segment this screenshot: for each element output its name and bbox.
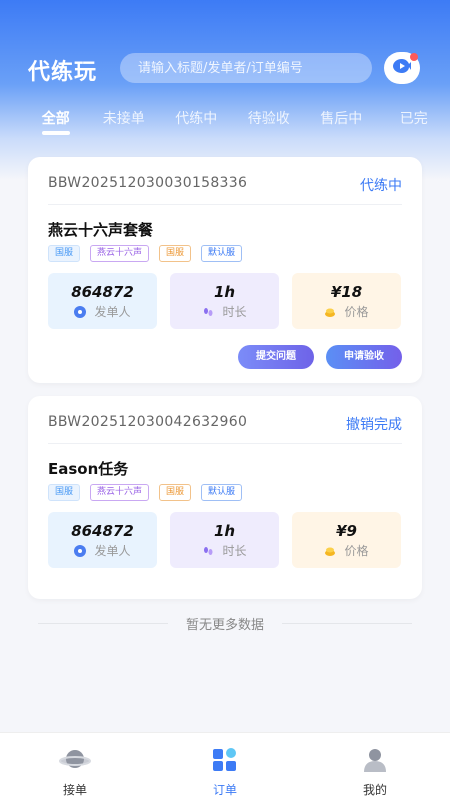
publisher-label: 发单人	[94, 305, 131, 319]
order-status: 撤销完成	[346, 417, 402, 433]
tag-server: 默认服	[201, 245, 243, 262]
tabbar-label: 订单	[212, 783, 237, 797]
tag-game: 燕云十六声	[90, 484, 150, 501]
duration-label: 时长	[222, 544, 247, 558]
tab-unaccepted[interactable]: 未接单	[88, 104, 160, 138]
tag-list: 国服 燕云十六声 国服 默认服	[48, 245, 252, 262]
publisher-stat: 864872 发单人	[48, 512, 157, 568]
bottom-tabbar: 接单 订单 我的	[0, 732, 450, 800]
footprint-icon	[202, 545, 214, 557]
order-card[interactable]: BBW202512030030158336 代练中 燕云十六声套餐 国服 燕云十…	[28, 157, 422, 383]
publisher-label: 发单人	[94, 544, 131, 558]
order-number: BBW202512030030158336	[48, 175, 248, 191]
publisher-id: 864872	[71, 522, 134, 540]
action-row: 提交问题 申请验收	[226, 345, 402, 369]
publisher-id: 864872	[71, 283, 134, 301]
order-grid-icon	[211, 747, 239, 777]
request-acceptance-button[interactable]: 申请验收	[326, 345, 402, 369]
search-bar[interactable]	[120, 53, 372, 83]
tag-region: 国服	[48, 484, 81, 501]
search-input[interactable]	[138, 60, 358, 76]
price-stat: ¥18 价格	[292, 273, 401, 329]
price-label: 价格	[344, 305, 369, 319]
coin-icon	[324, 545, 336, 557]
tag-server-region: 国服	[159, 484, 192, 501]
publisher-icon	[74, 544, 87, 557]
duration-stat: 1h 时长	[170, 273, 279, 329]
price-label: 价格	[344, 544, 369, 558]
tab-all[interactable]: 全部	[24, 104, 88, 138]
order-title: Eason任务	[48, 460, 129, 478]
duration-value: 1h	[213, 522, 236, 540]
duration-value: 1h	[213, 283, 236, 301]
top-header: 代练玩	[0, 44, 450, 92]
stats-row: 864872 发单人 1h 时长 ¥18 价格	[48, 273, 401, 329]
tabbar-item-profile[interactable]: 我的	[300, 733, 450, 800]
tag-game: 燕云十六声	[90, 245, 150, 262]
publisher-stat: 864872 发单人	[48, 273, 157, 329]
duration-stat: 1h 时长	[170, 512, 279, 568]
publisher-icon	[74, 305, 87, 318]
user-icon	[361, 747, 389, 777]
tab-in-progress[interactable]: 代练中	[160, 104, 232, 138]
order-number: BBW202512030042632960	[48, 414, 248, 430]
divider	[48, 443, 402, 444]
tab-after-sales[interactable]: 售后中	[305, 104, 377, 138]
no-more-data-text: 暂无更多数据	[0, 614, 450, 633]
tag-list: 国服 燕云十六声 国服 默认服	[48, 484, 252, 501]
tabbar-item-accept-orders[interactable]: 接单	[0, 733, 150, 800]
tag-server-region: 国服	[159, 245, 192, 262]
footprint-icon	[202, 306, 214, 318]
price-value: ¥9	[336, 522, 357, 540]
tabbar-item-orders[interactable]: 订单	[150, 733, 300, 800]
divider	[48, 204, 402, 205]
order-title: 燕云十六声套餐	[48, 221, 154, 239]
app-title: 代练玩	[28, 60, 98, 85]
tabbar-label: 我的	[362, 783, 387, 797]
order-card[interactable]: BBW202512030042632960 撤销完成 Eason任务 国服 燕云…	[28, 396, 422, 599]
stats-row: 864872 发单人 1h 时长 ¥9 价格	[48, 512, 401, 568]
order-status: 代练中	[360, 178, 402, 194]
coin-icon	[324, 306, 336, 318]
duration-label: 时长	[222, 305, 247, 319]
tabbar-label: 接单	[62, 783, 87, 797]
price-value: ¥18	[330, 283, 363, 301]
price-stat: ¥9 价格	[292, 512, 401, 568]
tag-server: 默认服	[201, 484, 243, 501]
tag-region: 国服	[48, 245, 81, 262]
status-tabs: 全部 未接单 代练中 待验收 售后中 已完	[0, 104, 450, 138]
tab-completed[interactable]: 已完	[377, 104, 449, 138]
planet-icon	[59, 747, 91, 777]
notification-dot	[410, 53, 418, 61]
message-icon	[391, 57, 413, 79]
submit-issue-button[interactable]: 提交问题	[238, 345, 314, 369]
tab-pending-acceptance[interactable]: 待验收	[233, 104, 305, 138]
message-button[interactable]	[384, 52, 420, 84]
